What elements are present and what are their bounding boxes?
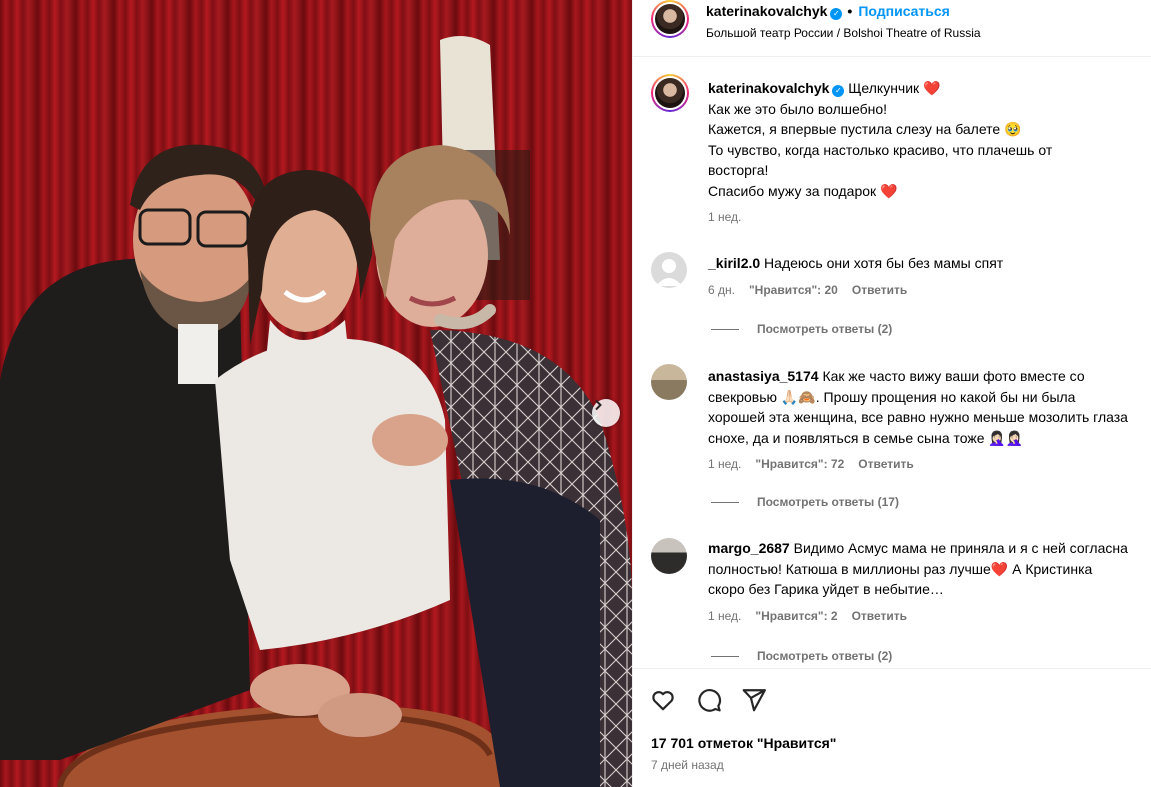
view-replies-button[interactable]: Посмотреть ответы (2) <box>711 322 892 336</box>
caption-line: То чувство, когда настолько красиво, что… <box>708 141 1053 179</box>
caption-text: katerinakovalchyk ✓ Щелкунчик ❤️ Как же э… <box>708 78 1108 228</box>
comment-text: Надеюсь они хотя бы без мамы спят <box>764 255 1004 271</box>
comments-list[interactable]: katerinakovalchyk ✓ Щелкунчик ❤️ Как же э… <box>633 58 1151 668</box>
caption-avatar[interactable] <box>651 74 689 112</box>
heart-outline-icon[interactable] <box>650 687 676 713</box>
caption-line: Спасибо мужу за подарок ❤️ <box>708 182 898 199</box>
comment-meta: 6 дн. "Нравится": 20 Ответить <box>708 280 1128 301</box>
carousel-next-button[interactable] <box>592 399 620 427</box>
reply-button[interactable]: Ответить <box>852 283 907 297</box>
caption-username[interactable]: katerinakovalchyk <box>708 80 829 96</box>
view-replies-button[interactable]: Посмотреть ответы (2) <box>711 649 892 663</box>
verified-badge-icon: ✓ <box>832 85 845 97</box>
comment-avatar[interactable] <box>651 364 687 400</box>
header-username[interactable]: katerinakovalchyk <box>706 3 827 19</box>
reply-button[interactable]: Ответить <box>858 457 913 471</box>
comment-time[interactable]: 6 дн. <box>708 283 735 297</box>
view-replies-label: Посмотреть ответы (17) <box>757 495 899 509</box>
header-user-line: katerinakovalchyk ✓ • Подписаться <box>706 3 950 20</box>
reply-button[interactable]: Ответить <box>852 609 907 623</box>
photo-illustration <box>0 0 632 787</box>
caption-line: Как же это было волшебно! <box>708 100 888 117</box>
post-actions: 17 701 отметок "Нравится" 7 дней назад <box>633 668 1151 787</box>
comment-likes[interactable]: "Нравится": 2 <box>755 609 837 623</box>
comment-time[interactable]: 1 нед. <box>708 609 741 623</box>
caption-line: Кажется, я впервые пустила слезу на бале… <box>708 121 1022 137</box>
comment-meta: 1 нед. "Нравится": 2 Ответить <box>708 606 1128 627</box>
comment-username[interactable]: _kiril2.0 <box>708 255 760 271</box>
comment-item: _kiril2.0 Надеюсь они хотя бы без мамы с… <box>708 253 1128 300</box>
chevron-right-icon <box>595 399 602 411</box>
separator-dot: • <box>847 3 853 19</box>
comment-avatar[interactable] <box>651 538 687 574</box>
view-replies-button[interactable]: Посмотреть ответы (17) <box>711 495 899 509</box>
caption-time[interactable]: 1 нед. <box>708 207 1108 228</box>
post-photo[interactable] <box>0 0 632 787</box>
likes-count[interactable]: 17 701 отметок "Нравится" <box>651 735 836 751</box>
caption-line: Щелкунчик ❤️ <box>848 80 941 96</box>
comment-meta: 1 нед. "Нравится": 72 Ответить <box>708 454 1128 475</box>
paper-plane-icon[interactable] <box>741 687 767 713</box>
view-replies-label: Посмотреть ответы (2) <box>757 322 893 336</box>
comment-username[interactable]: anastasiya_5174 <box>708 368 819 384</box>
default-avatar-icon <box>656 259 682 286</box>
post-header: katerinakovalchyk ✓ • Подписаться Большой т… <box>633 0 1151 57</box>
comment-item: margo_2687 Видимо Асмус мама не приняла … <box>708 538 1128 626</box>
location-link[interactable]: Большой театр России / Bolshoi Theatre o… <box>706 26 981 40</box>
comment-username[interactable]: margo_2687 <box>708 540 790 556</box>
author-avatar[interactable] <box>651 0 689 38</box>
post-side-panel: katerinakovalchyk ✓ • Подписаться Большой т… <box>632 0 1151 787</box>
comment-likes[interactable]: "Нравится": 20 <box>749 283 838 297</box>
view-replies-label: Посмотреть ответы (2) <box>757 649 893 663</box>
comment-bubble-icon[interactable] <box>696 687 722 713</box>
comment-likes[interactable]: "Нравится": 72 <box>755 457 844 471</box>
comment-avatar[interactable] <box>651 252 687 288</box>
comment-time[interactable]: 1 нед. <box>708 457 741 471</box>
comment-item: anastasiya_5174 Как же часто вижу ваши ф… <box>708 366 1128 475</box>
verified-badge-icon: ✓ <box>830 8 843 20</box>
follow-button[interactable]: Подписаться <box>858 3 950 19</box>
post-time[interactable]: 7 дней назад <box>651 758 724 772</box>
